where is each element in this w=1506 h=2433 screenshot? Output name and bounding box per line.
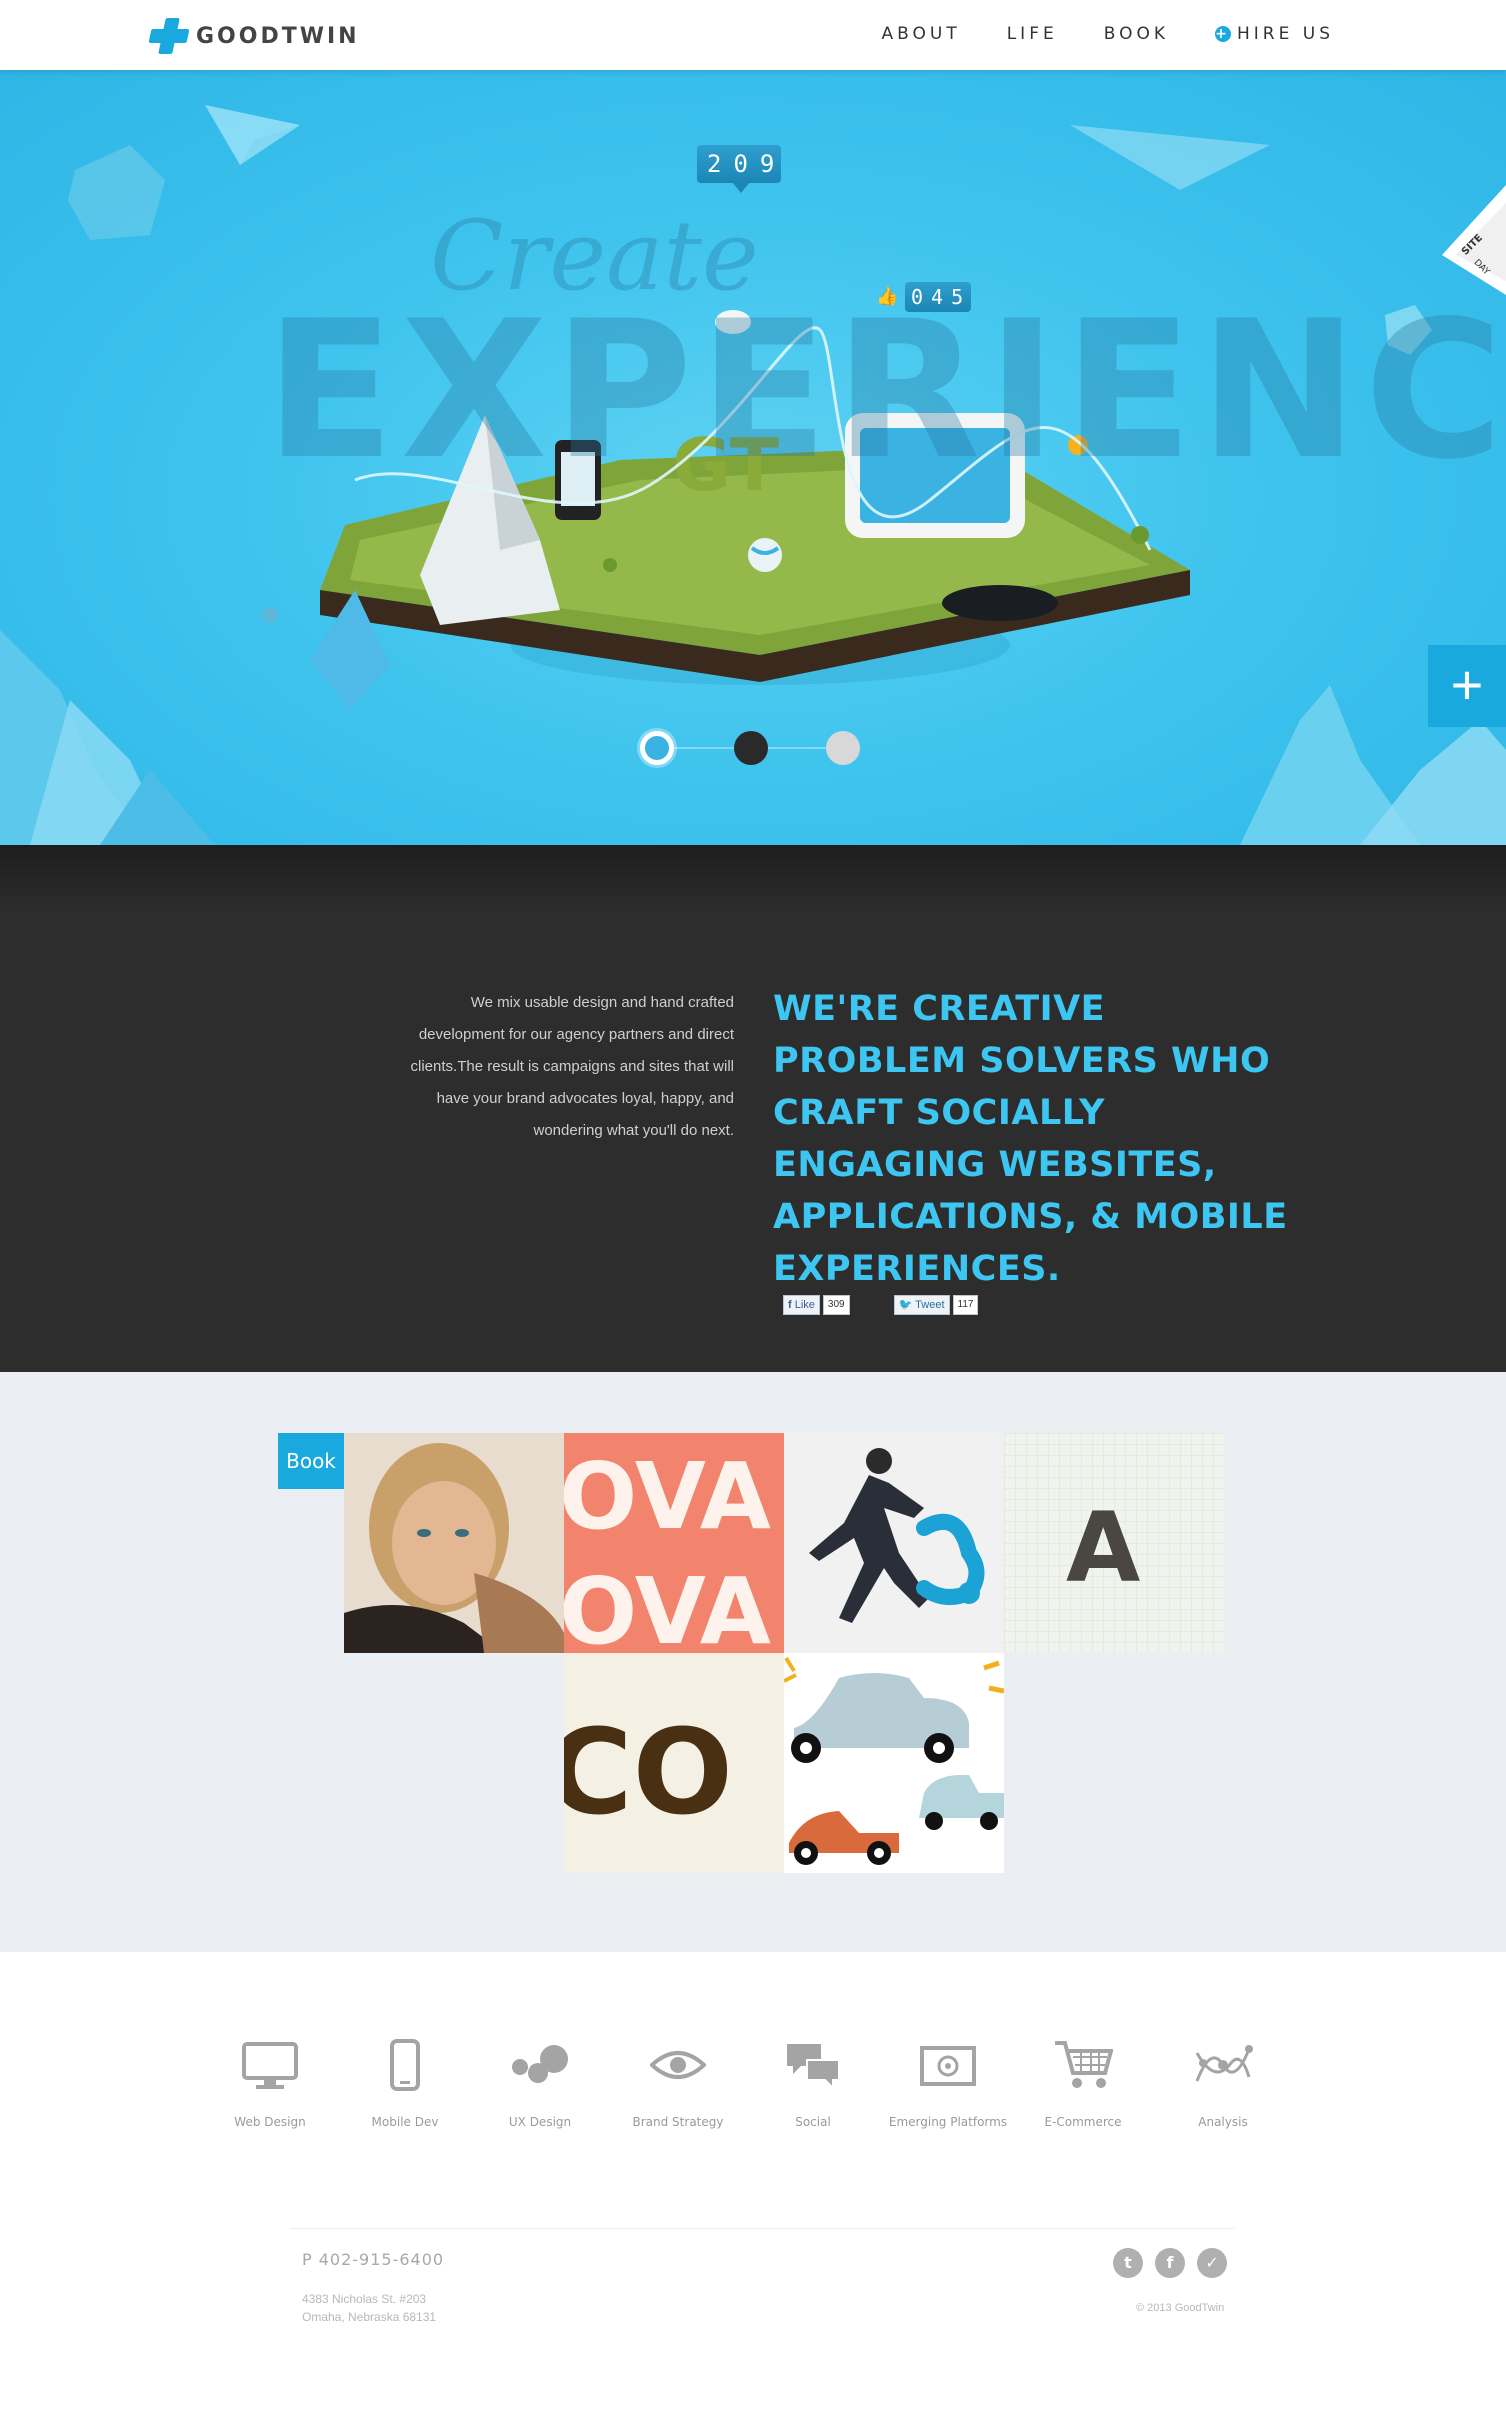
intro-headline: WE'RE CREATIVE PROBLEM SOLVERS WHO CRAFT… bbox=[773, 989, 1288, 1289]
facebook-like-label: f Like bbox=[783, 1295, 820, 1315]
expand-plus-button[interactable]: + bbox=[1428, 645, 1506, 727]
check-icon[interactable]: ✓ bbox=[1197, 2248, 1227, 2278]
chat-icon bbox=[743, 2035, 883, 2095]
book-label: Book bbox=[278, 1433, 344, 1489]
portfolio-tile-ova[interactable]: OVA OVA bbox=[564, 1433, 784, 1653]
co-text: CO bbox=[564, 1703, 733, 1841]
nav-book[interactable]: BOOK bbox=[1104, 24, 1169, 44]
facebook-icon[interactable]: f bbox=[1155, 2248, 1185, 2278]
letter-a-text: A bbox=[1066, 1492, 1140, 1604]
footer-divider bbox=[290, 2228, 1235, 2229]
hero-slider: GT Create EXPERIENCE 209 👍 045 SITE DAY … bbox=[0, 70, 1506, 845]
tweet-label: 🐦 Tweet bbox=[893, 1295, 950, 1315]
main-nav: ABOUT LIFE BOOK + HIRE US bbox=[882, 24, 1335, 44]
service-social[interactable]: Social bbox=[743, 2035, 883, 2129]
intro-section: We mix usable design and hand crafted de… bbox=[0, 845, 1506, 1372]
service-analysis[interactable]: Analysis bbox=[1153, 2035, 1293, 2129]
footer-phone: P 402-915-6400 bbox=[302, 2250, 445, 2269]
twitter-icon[interactable]: t bbox=[1113, 2248, 1143, 2278]
book-section: Book OVA OVA A CO bbox=[0, 1372, 1506, 1952]
portfolio-tile-portrait[interactable] bbox=[344, 1433, 564, 1653]
copyright-text: © 2013 GoodTwin bbox=[1136, 2302, 1225, 2314]
eye-icon bbox=[608, 2035, 748, 2095]
portfolio-tile-runner[interactable] bbox=[784, 1433, 1004, 1653]
slide-dot-3[interactable] bbox=[826, 731, 860, 765]
portfolio-tile-cars[interactable] bbox=[784, 1653, 1004, 1873]
service-label: Brand Strategy bbox=[632, 2115, 724, 2129]
screen-icon bbox=[878, 2035, 1018, 2095]
nav-hire-us[interactable]: + HIRE US bbox=[1215, 24, 1334, 44]
services-section: Web Design Mobile Dev UX Design Brand St… bbox=[0, 1952, 1506, 2222]
service-label: Analysis bbox=[1198, 2115, 1248, 2129]
slider-pagination bbox=[640, 725, 866, 765]
service-ux-design[interactable]: UX Design bbox=[470, 2035, 610, 2129]
nav-about[interactable]: ABOUT bbox=[882, 24, 961, 44]
logo-mark-icon bbox=[148, 18, 190, 54]
slide-dot-2[interactable] bbox=[734, 731, 768, 765]
footer-social-icons: t f ✓ bbox=[1113, 2248, 1227, 2278]
tweet-count: 117 bbox=[952, 1295, 979, 1315]
facebook-like-button[interactable]: f Like 309 bbox=[783, 1295, 850, 1315]
service-label: Social bbox=[795, 2115, 831, 2129]
address-line-1: 4383 Nicholas St. #203 bbox=[302, 2292, 427, 2306]
tweet-button[interactable]: 🐦 Tweet 117 bbox=[893, 1295, 979, 1315]
slide-dot-1[interactable] bbox=[640, 731, 674, 765]
logo-text: GOODTWIN bbox=[196, 23, 360, 49]
service-label: UX Design bbox=[508, 2115, 572, 2129]
phone-icon bbox=[335, 2035, 475, 2095]
bubbles-icon bbox=[470, 2035, 610, 2095]
ova-text-top: OVA bbox=[564, 1443, 771, 1550]
hero-big-headline: EXPERIENCE bbox=[265, 280, 1506, 501]
ova-text-bottom: OVA bbox=[564, 1558, 771, 1653]
service-brand-strategy[interactable]: Brand Strategy bbox=[608, 2035, 748, 2129]
service-label: Web Design bbox=[234, 2115, 306, 2129]
service-mobile-dev[interactable]: Mobile Dev bbox=[335, 2035, 475, 2129]
intro-body: We mix usable design and hand crafted de… bbox=[410, 994, 734, 1139]
service-e-commerce[interactable]: E-Commerce bbox=[1013, 2035, 1153, 2129]
monitor-icon bbox=[200, 2035, 340, 2095]
nav-life[interactable]: LIFE bbox=[1007, 24, 1058, 44]
footer-address: 4383 Nicholas St. #203 Omaha, Nebraska 6… bbox=[302, 2290, 436, 2326]
like-counter: 045 bbox=[905, 282, 971, 312]
site-footer: P 402-915-6400 4383 Nicholas St. #203 Om… bbox=[0, 2222, 1506, 2433]
service-label: Mobile Dev bbox=[371, 2115, 439, 2129]
service-emerging-platforms[interactable]: Emerging Platforms bbox=[878, 2035, 1018, 2129]
portfolio-tile-co[interactable]: CO bbox=[564, 1653, 784, 1873]
logo[interactable]: GOODTWIN bbox=[148, 18, 360, 54]
portfolio-tile-letter-a[interactable]: A bbox=[1004, 1433, 1224, 1653]
service-label: E-Commerce bbox=[1044, 2115, 1122, 2129]
thumbs-up-icon: 👍 bbox=[876, 286, 899, 306]
facebook-like-count: 309 bbox=[822, 1295, 850, 1315]
graph-icon bbox=[1153, 2035, 1293, 2095]
nav-hire-us-label: HIRE US bbox=[1237, 24, 1334, 44]
address-line-2: Omaha, Nebraska 68131 bbox=[302, 2310, 437, 2324]
site-header: GOODTWIN ABOUT LIFE BOOK + HIRE US bbox=[0, 0, 1506, 70]
site-of-the-day-badge[interactable]: SITE DAY bbox=[1434, 185, 1506, 295]
visit-counter: 209 bbox=[697, 145, 781, 193]
plus-circle-icon: + bbox=[1215, 26, 1231, 42]
cart-icon bbox=[1013, 2035, 1153, 2095]
service-web-design[interactable]: Web Design bbox=[200, 2035, 340, 2129]
social-share-buttons: f Like 309 🐦 Tweet 117 bbox=[783, 1295, 979, 1315]
service-label: Emerging Platforms bbox=[888, 2115, 1008, 2129]
